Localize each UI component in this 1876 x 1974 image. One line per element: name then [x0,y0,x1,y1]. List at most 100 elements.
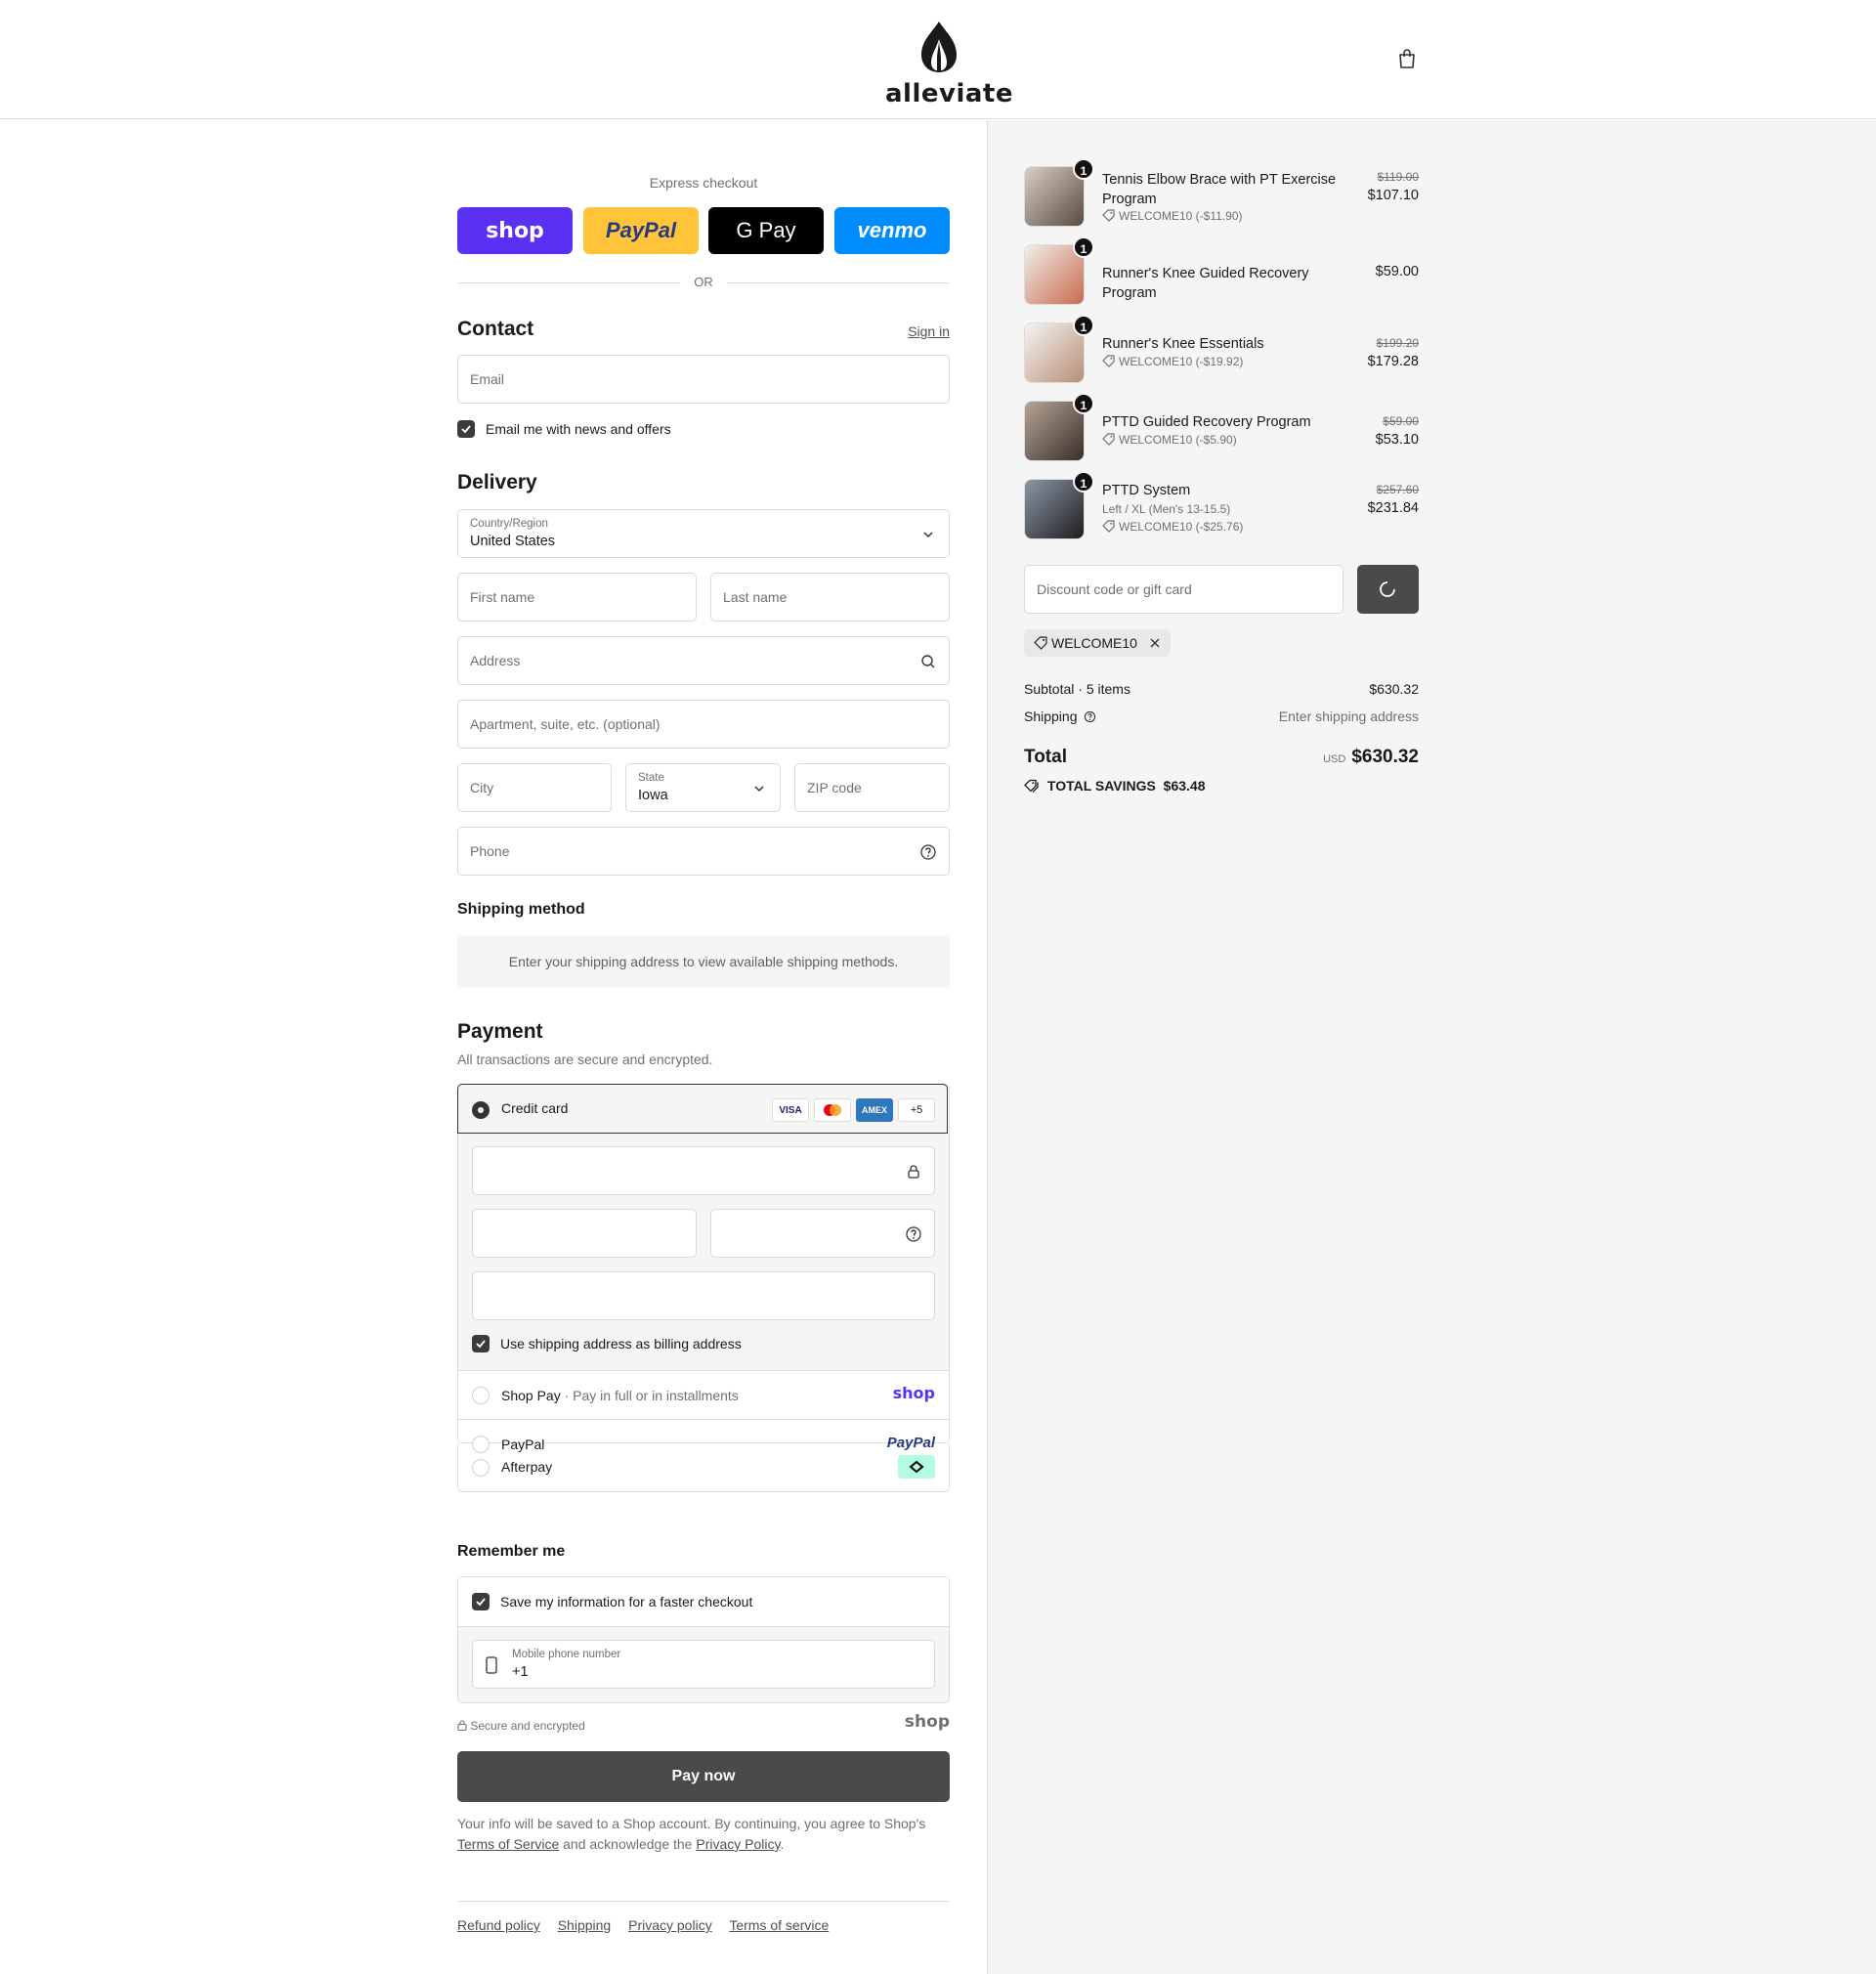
name-on-card-field[interactable] [472,1271,935,1320]
total-savings: TOTAL SAVINGS $63.48 [1024,778,1205,794]
privacy-policy-link[interactable]: Privacy Policy [696,1836,780,1852]
expiry-field[interactable] [472,1209,697,1258]
mobile-phone-field[interactable]: Mobile phone number +1 [472,1640,935,1689]
footer-links: Refund policy Shipping Privacy policy Te… [457,1901,950,1933]
tag-icon [1102,355,1115,367]
cart-item: 1 Tennis Elbow Brace with PT Exercise Pr… [1024,158,1419,231]
privacy-policy-footer-link[interactable]: Privacy policy [628,1917,712,1933]
item-price: $231.84 [1367,500,1419,516]
cart-item: 1 Runner's Knee Essentials WELCOME10 (-$… [1024,315,1419,387]
more-cards-badge: +5 [898,1098,935,1122]
delivery-heading: Delivery [457,471,537,494]
sign-in-link[interactable]: Sign in [908,323,950,339]
quantity-badge: 1 [1073,315,1094,336]
afterpay-label: Afterpay [501,1459,553,1475]
cart-bag-icon[interactable] [1395,47,1419,70]
quantity-badge: 1 [1073,393,1094,414]
contact-heading: Contact [457,318,534,340]
lock-icon [457,1720,467,1732]
credit-card-radio[interactable] [472,1101,490,1119]
terms-of-service-link[interactable]: Terms of Service [457,1836,559,1852]
help-icon[interactable] [905,1225,922,1243]
apply-discount-button[interactable] [1357,565,1419,614]
or-divider: OR [457,273,950,292]
discount-code-field[interactable]: Discount code or gift card [1024,565,1343,614]
item-price: $59.00 [1375,264,1419,279]
quantity-badge: 1 [1073,471,1094,493]
payment-heading: Payment [457,1020,543,1043]
news-checkbox[interactable] [457,420,475,438]
save-info-label: Save my information for a faster checkou… [500,1594,753,1609]
express-checkout-title: Express checkout [649,175,758,191]
help-icon[interactable] [1084,710,1096,723]
zip-field[interactable]: ZIP code [794,763,950,812]
address-field[interactable]: Address [457,636,950,685]
shop-pay-sublabel: Pay in full or in installments [573,1388,739,1403]
quantity-badge: 1 [1073,236,1094,258]
credit-card-label: Credit card [501,1100,569,1116]
remember-me-heading: Remember me [457,1543,566,1560]
afterpay-option[interactable]: Afterpay [457,1443,950,1492]
item-price: $179.28 [1367,354,1419,369]
remove-discount-icon[interactable] [1149,637,1161,649]
order-summary-panel [987,120,1876,1974]
google-pay-express-button[interactable]: G Pay [708,207,824,254]
brand-logo[interactable]: alleviate [885,20,1012,108]
item-discount: WELCOME10 (-$5.90) [1102,433,1237,447]
tag-icon [1034,636,1047,650]
pay-now-button[interactable]: Pay now [457,1751,950,1802]
shipping-value: Enter shipping address [1278,708,1419,724]
chevron-down-icon [923,532,933,538]
billing-checkbox[interactable] [472,1335,490,1352]
shop-pay-express-button[interactable]: shop [457,207,573,254]
state-select[interactable]: State Iowa [625,763,781,812]
cart-item: 1 Runner's Knee Guided Recovery Program … [1024,236,1419,309]
tag-icon [1102,209,1115,222]
visa-icon: VISA [772,1098,809,1122]
country-select[interactable]: Country/Region United States [457,509,950,558]
item-name: PTTD Guided Recovery Program [1102,414,1311,430]
amex-icon: AMEX [856,1098,893,1122]
item-name: Runner's Knee Essentials [1102,336,1264,352]
loading-spinner-icon [1380,581,1395,597]
city-field[interactable]: City [457,763,612,812]
subtotal-label: Subtotal · 5 items [1024,681,1130,697]
last-name-field[interactable]: Last name [710,573,950,622]
shipping-link[interactable]: Shipping [558,1917,612,1933]
item-original-price: $59.00 [1383,414,1419,428]
total-value: USD $630.32 [1323,747,1419,767]
terms-of-service-footer-link[interactable]: Terms of service [729,1917,829,1933]
save-info-checkbox[interactable] [472,1593,490,1610]
item-price: $107.10 [1367,188,1419,203]
credit-card-option[interactable]: Credit card VISA AMEX +5 [457,1084,948,1134]
afterpay-radio[interactable] [472,1459,490,1477]
search-icon [921,655,935,668]
or-label: OR [694,275,713,289]
item-discount: WELCOME10 (-$25.76) [1102,520,1243,534]
quantity-badge: 1 [1073,158,1094,180]
security-code-field[interactable] [710,1209,935,1258]
apartment-field[interactable]: Apartment, suite, etc. (optional) [457,700,950,749]
phone-field[interactable]: Phone [457,827,950,876]
card-number-field[interactable] [472,1146,935,1195]
shop-pay-option[interactable]: Shop Pay · Pay in full or in installment… [458,1370,949,1419]
item-discount: WELCOME10 (-$19.92) [1102,355,1243,368]
shipping-method-notice: Enter your shipping address to view avai… [457,935,950,988]
item-name: Runner's Knee Guided Recovery Program [1102,266,1309,301]
payment-methods: Credit card VISA AMEX +5 Use shipping ad… [457,1084,950,1453]
site-header: alleviate [0,0,1876,119]
shop-pay-label: Shop Pay [501,1388,561,1403]
mobile-phone-icon [486,1656,497,1674]
item-variant: Left / XL (Men's 13-15.5) [1102,502,1231,516]
paypal-express-button[interactable]: PayPal [583,207,699,254]
first-name-field[interactable]: First name [457,573,697,622]
shop-pay-radio[interactable] [472,1387,490,1404]
billing-label: Use shipping address as billing address [500,1336,742,1352]
item-name: PTTD System [1102,483,1191,498]
secure-note: Secure and encrypted [457,1719,585,1733]
help-icon[interactable] [919,843,937,861]
refund-policy-link[interactable]: Refund policy [457,1917,540,1933]
payment-subtitle: All transactions are secure and encrypte… [457,1051,713,1067]
venmo-express-button[interactable]: venmo [834,207,950,254]
email-field[interactable]: Email [457,355,950,404]
